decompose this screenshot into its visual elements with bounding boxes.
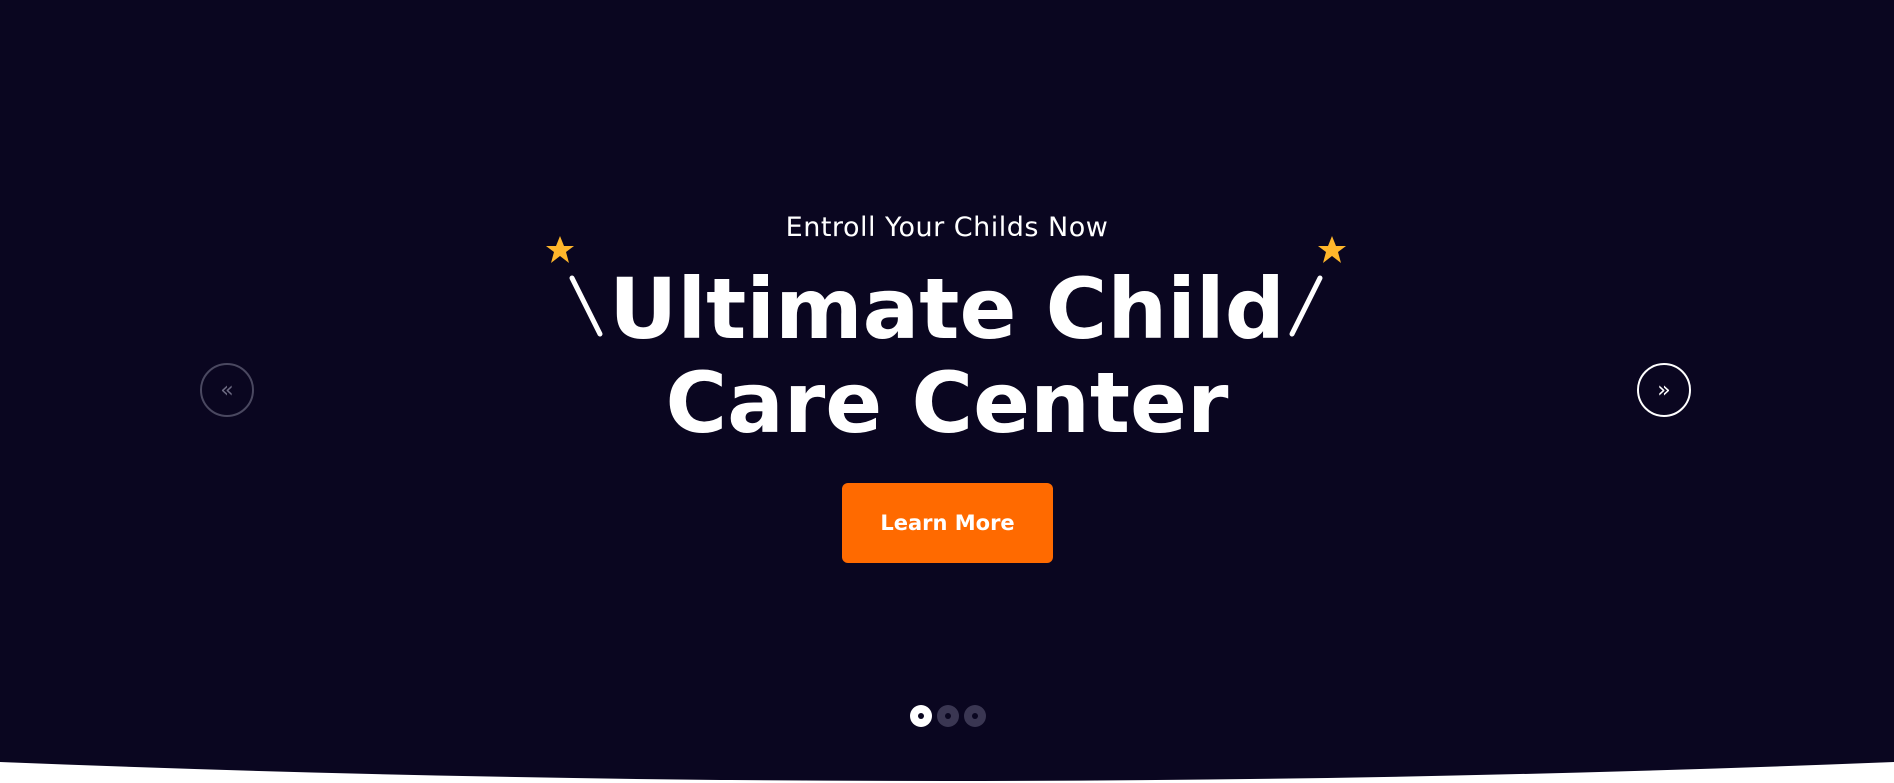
slide-dot-1[interactable] (910, 705, 932, 727)
slide-dot-3[interactable] (964, 705, 986, 727)
hero-slider: Entroll Your Childs Now Ultimate Child C… (0, 0, 1894, 783)
slider-pagination (910, 705, 986, 727)
sparkle-left-decoration (546, 236, 603, 337)
dot-center (972, 713, 978, 719)
dot-center (918, 713, 924, 719)
learn-more-button[interactable]: Learn More (842, 483, 1053, 563)
double-chevron-right-icon: » (1657, 377, 1671, 403)
star-icon (546, 236, 574, 263)
slide-dot-2[interactable] (937, 705, 959, 727)
hero-title-line-2: Care Center (665, 354, 1229, 452)
star-icon (1318, 236, 1346, 263)
previous-slide-button[interactable]: « (200, 363, 254, 417)
next-slide-button[interactable]: » (1637, 363, 1691, 417)
hero-subtitle: Entroll Your Childs Now (785, 212, 1109, 243)
hero-title-line-1: Ultimate Child (609, 260, 1285, 358)
dot-center (945, 713, 951, 719)
sparkle-right-decoration (1289, 236, 1346, 337)
double-chevron-left-icon: « (220, 377, 234, 403)
hero-title: Ultimate Child Care Center (0, 262, 1894, 450)
